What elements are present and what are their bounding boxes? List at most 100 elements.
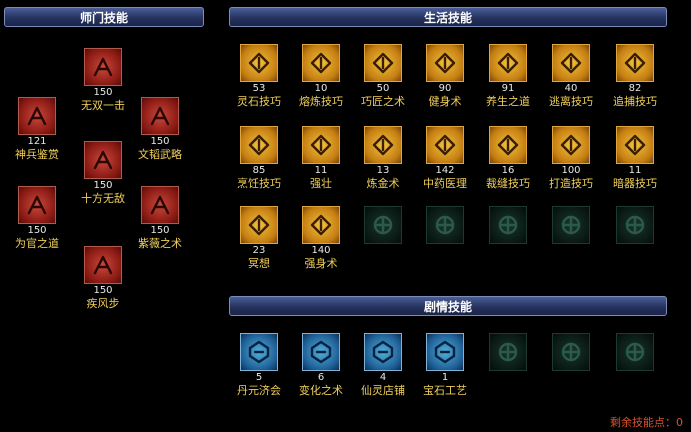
skill-name: 逃离技巧 bbox=[549, 95, 593, 108]
skill-level: 142 bbox=[435, 165, 455, 176]
life-skill-5[interactable]: 40 逃离技巧 bbox=[541, 44, 601, 109]
plot-skill-1[interactable]: 6 变化之术 bbox=[291, 333, 351, 398]
skill-level: 50 bbox=[376, 83, 390, 94]
medicine-icon[interactable] bbox=[426, 126, 464, 164]
life-skill-6[interactable]: 82 追捕技巧 bbox=[605, 44, 665, 109]
life-skill-14[interactable]: 23 冥想 bbox=[229, 206, 289, 271]
school-skill-2[interactable]: 150 文韬武略 bbox=[130, 97, 190, 162]
empty-skill-slot[interactable] bbox=[605, 333, 665, 371]
skill-level: 5 bbox=[255, 372, 263, 383]
smelting-icon[interactable] bbox=[302, 44, 340, 82]
empty-skill-slot[interactable] bbox=[541, 333, 601, 371]
life-skill-7[interactable]: 85 烹饪技巧 bbox=[229, 126, 289, 191]
meditation-icon[interactable] bbox=[240, 206, 278, 244]
life-skill-8[interactable]: 11 强壮 bbox=[291, 126, 351, 191]
school-skill-6[interactable]: 150 疾风步 bbox=[73, 246, 133, 311]
skill-level: 23 bbox=[252, 245, 266, 256]
skill-name: 追捕技巧 bbox=[613, 95, 657, 108]
hidden-weapon-icon[interactable] bbox=[616, 126, 654, 164]
empty-slot-icon[interactable] bbox=[364, 206, 402, 244]
skill-level: 91 bbox=[501, 83, 515, 94]
empty-skill-slot[interactable] bbox=[541, 206, 601, 244]
life-skill-11[interactable]: 16 裁缝技巧 bbox=[478, 126, 538, 191]
life-skill-13[interactable]: 11 暗器技巧 bbox=[605, 126, 665, 191]
skill-name: 无双一击 bbox=[81, 99, 125, 112]
skill-level: 11 bbox=[314, 165, 328, 176]
transform-icon[interactable] bbox=[302, 333, 340, 371]
empty-slot-icon[interactable] bbox=[552, 333, 590, 371]
chase-icon[interactable] bbox=[616, 44, 654, 82]
star-art-icon[interactable] bbox=[141, 186, 179, 224]
life-skill-3[interactable]: 90 健身术 bbox=[415, 44, 475, 109]
body-strength-icon[interactable] bbox=[302, 206, 340, 244]
forging-icon[interactable] bbox=[552, 126, 590, 164]
school-skill-4[interactable]: 150 为官之道 bbox=[7, 186, 67, 251]
life-skill-9[interactable]: 13 炼金术 bbox=[353, 126, 413, 191]
skill-level: 150 bbox=[150, 136, 170, 147]
skill-name: 神兵鉴赏 bbox=[15, 148, 59, 161]
plot-skill-0[interactable]: 5 丹元济会 bbox=[229, 333, 289, 398]
plot-skill-2[interactable]: 4 仙灵店铺 bbox=[353, 333, 413, 398]
cooking-icon[interactable] bbox=[240, 126, 278, 164]
life-skill-10[interactable]: 142 中药医理 bbox=[415, 126, 475, 191]
school-skill-3[interactable]: 150 十方无敌 bbox=[73, 141, 133, 206]
skill-name: 疾风步 bbox=[86, 297, 120, 310]
blade-burst-icon[interactable] bbox=[84, 48, 122, 86]
weapon-appraise-icon[interactable] bbox=[18, 97, 56, 135]
official-path-icon[interactable] bbox=[18, 186, 56, 224]
skill-level: 1 bbox=[441, 372, 449, 383]
life-skill-15[interactable]: 140 强身术 bbox=[291, 206, 351, 271]
skill-level: 11 bbox=[628, 165, 642, 176]
life-skills-header: 生活技能 bbox=[229, 7, 667, 27]
school-skill-1[interactable]: 121 神兵鉴赏 bbox=[7, 97, 67, 162]
skill-name: 为官之道 bbox=[15, 237, 59, 250]
skill-name: 仙灵店铺 bbox=[361, 384, 405, 397]
skill-name: 文韬武略 bbox=[138, 148, 182, 161]
empty-skill-slot[interactable] bbox=[478, 206, 538, 244]
empty-slot-icon[interactable] bbox=[552, 206, 590, 244]
fitness-icon[interactable] bbox=[426, 44, 464, 82]
skill-level: 40 bbox=[564, 83, 578, 94]
strength-icon[interactable] bbox=[302, 126, 340, 164]
empty-skill-slot[interactable] bbox=[478, 333, 538, 371]
fairy-shop-icon[interactable] bbox=[364, 333, 402, 371]
empty-slot-icon[interactable] bbox=[489, 206, 527, 244]
empty-slot-icon[interactable] bbox=[616, 206, 654, 244]
gem-craft-icon[interactable] bbox=[426, 333, 464, 371]
skill-level: 82 bbox=[628, 83, 642, 94]
skill-name: 灵石技巧 bbox=[237, 95, 281, 108]
empty-skill-slot[interactable] bbox=[415, 206, 475, 244]
tailoring-icon[interactable] bbox=[489, 126, 527, 164]
craftsman-icon[interactable] bbox=[364, 44, 402, 82]
plot-skill-3[interactable]: 1 宝石工艺 bbox=[415, 333, 475, 398]
skill-level: 150 bbox=[93, 87, 113, 98]
skill-level: 53 bbox=[252, 83, 266, 94]
skill-name: 丹元济会 bbox=[237, 384, 281, 397]
spirit-stone-icon[interactable] bbox=[240, 44, 278, 82]
school-skills-header: 师门技能 bbox=[4, 7, 204, 27]
skill-name: 宝石工艺 bbox=[423, 384, 467, 397]
life-skill-2[interactable]: 50 巧匠之术 bbox=[353, 44, 413, 109]
crossed-swords-icon[interactable] bbox=[84, 141, 122, 179]
empty-slot-icon[interactable] bbox=[489, 333, 527, 371]
empty-slot-icon[interactable] bbox=[426, 206, 464, 244]
wind-step-icon[interactable] bbox=[84, 246, 122, 284]
school-skill-0[interactable]: 150 无双一击 bbox=[73, 48, 133, 113]
empty-skill-slot[interactable] bbox=[605, 206, 665, 244]
gate-scroll-icon[interactable] bbox=[141, 97, 179, 135]
life-skill-0[interactable]: 53 灵石技巧 bbox=[229, 44, 289, 109]
elixir-icon[interactable] bbox=[240, 333, 278, 371]
empty-slot-icon[interactable] bbox=[616, 333, 654, 371]
alchemy-icon[interactable] bbox=[364, 126, 402, 164]
skill-name: 炼金术 bbox=[366, 177, 400, 190]
skill-name: 强身术 bbox=[304, 257, 338, 270]
skill-level: 85 bbox=[252, 165, 266, 176]
escape-icon[interactable] bbox=[552, 44, 590, 82]
empty-skill-slot[interactable] bbox=[353, 206, 413, 244]
life-skill-12[interactable]: 100 打造技巧 bbox=[541, 126, 601, 191]
life-skill-4[interactable]: 91 养生之道 bbox=[478, 44, 538, 109]
health-icon[interactable] bbox=[489, 44, 527, 82]
skill-level: 10 bbox=[314, 83, 328, 94]
school-skill-5[interactable]: 150 紫薇之术 bbox=[130, 186, 190, 251]
life-skill-1[interactable]: 10 熔炼技巧 bbox=[291, 44, 351, 109]
